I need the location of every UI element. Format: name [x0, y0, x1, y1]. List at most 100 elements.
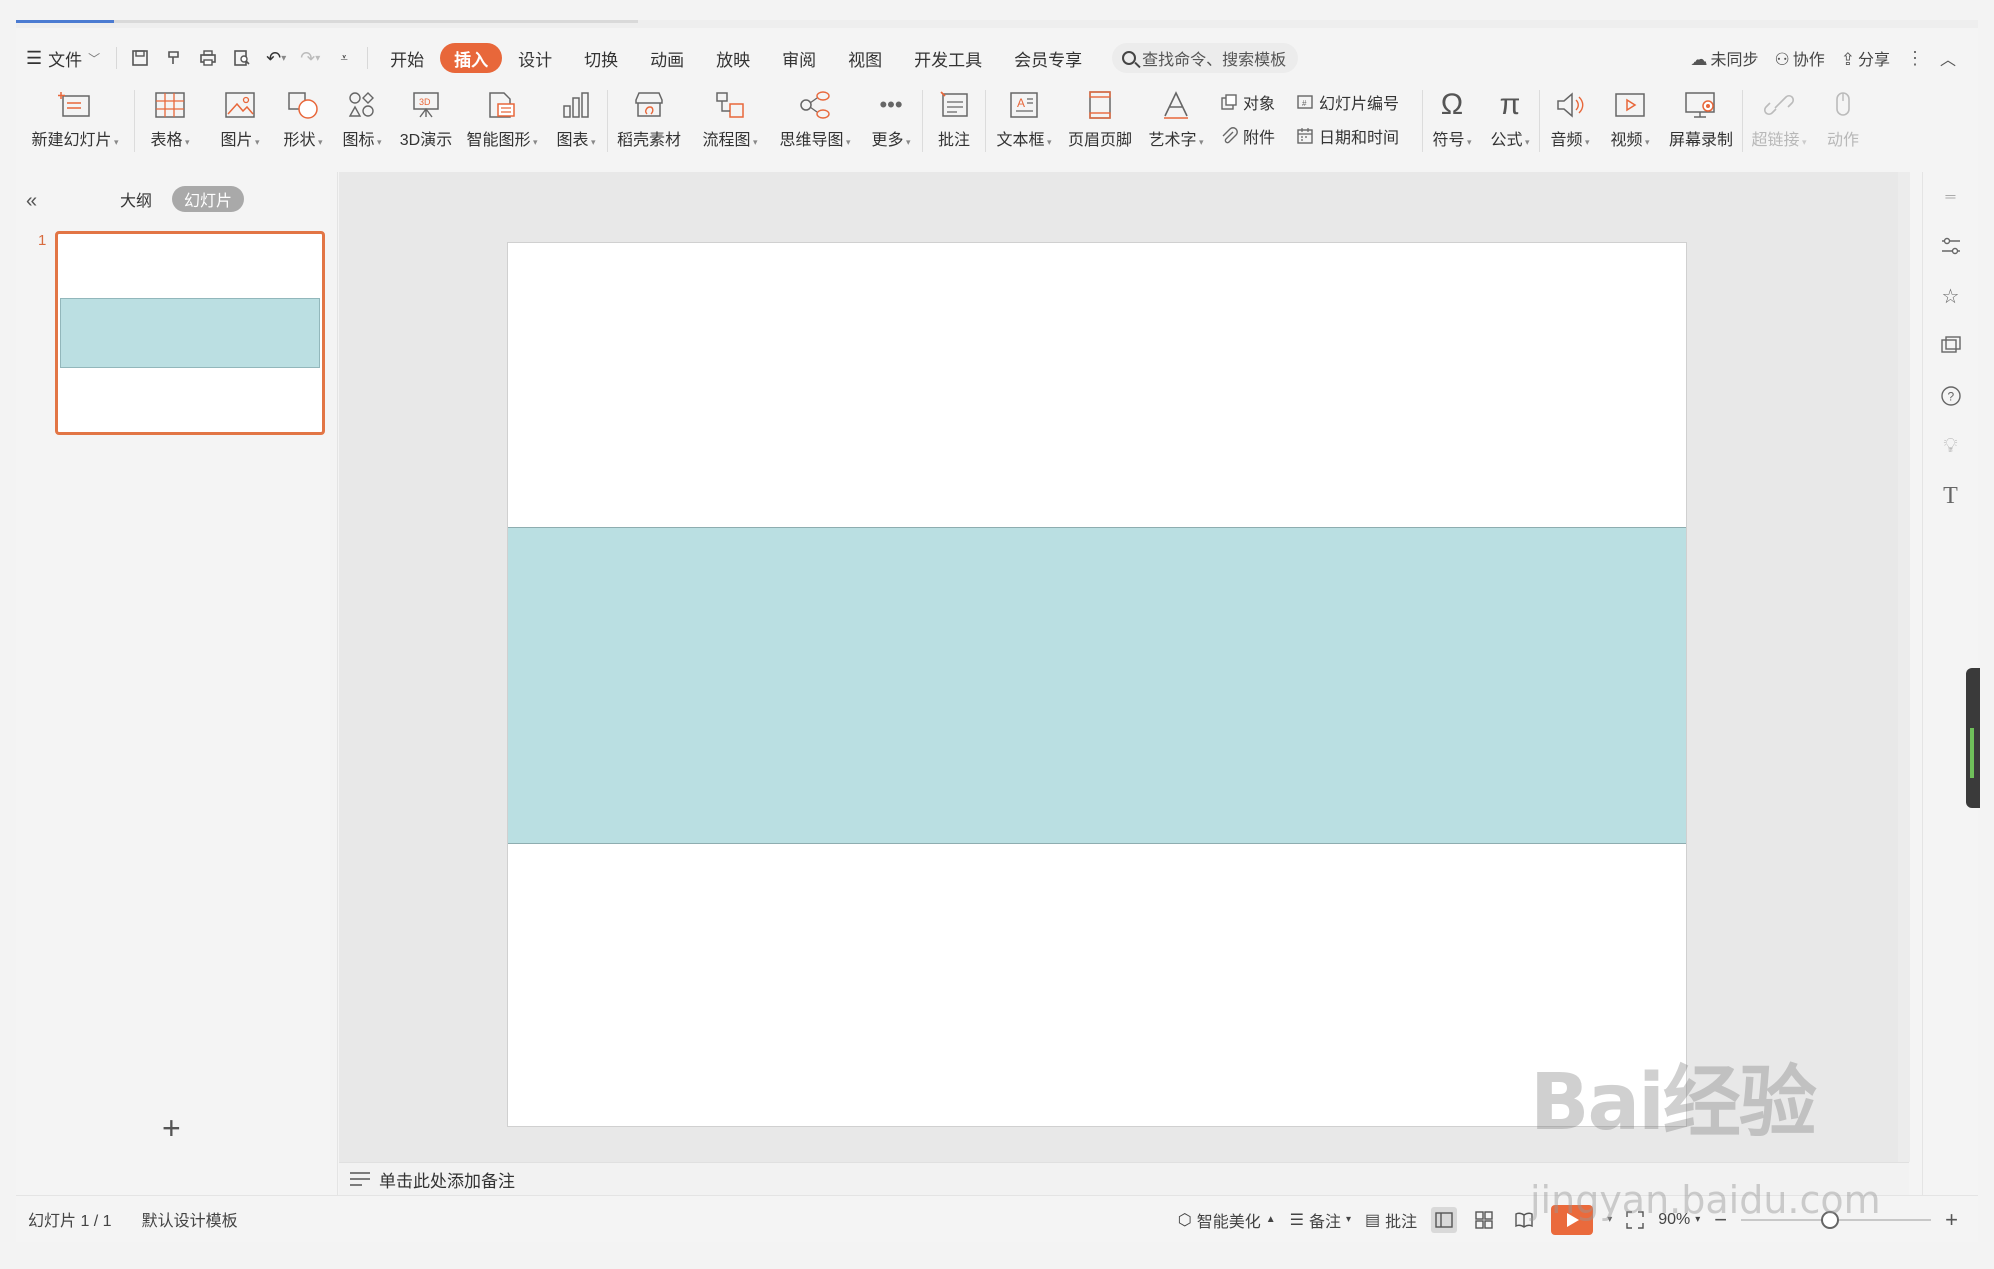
slide-panel: « 大纲 幻灯片 1 + [16, 172, 338, 1195]
save-icon[interactable] [123, 43, 157, 73]
text-icon[interactable]: T [1937, 482, 1965, 510]
symbol-label: 符号 [1432, 132, 1465, 149]
drag-handle-icon[interactable]: ═ [1937, 182, 1965, 210]
formula-label: 公式 [1490, 132, 1523, 149]
file-menu[interactable]: ☰ 文件 ﹀ [16, 43, 110, 73]
new-slide-button[interactable]: 新建幻灯片 ▾ [16, 84, 134, 150]
3d-demo-button[interactable]: 3D 3D演示 [393, 84, 459, 150]
chevron-down-icon: ﹀ [88, 51, 101, 66]
normal-view-icon[interactable] [1431, 1206, 1458, 1233]
textbox-label: 文本框 [996, 132, 1045, 149]
tab-transition[interactable]: 切换 [568, 43, 634, 73]
attachment-button[interactable]: 附件 [1220, 124, 1290, 148]
comment-button[interactable]: 批注 [923, 84, 985, 150]
print-preview-icon[interactable] [225, 43, 259, 73]
flowchart-button[interactable]: 流程图 ▾ [690, 84, 770, 150]
tab-outline[interactable]: 大纲 [108, 186, 164, 212]
more-vertical-icon[interactable]: ⋮ [1906, 48, 1924, 69]
3d-demo-label: 3D演示 [399, 132, 453, 149]
object-button[interactable]: 对象 [1220, 90, 1290, 114]
more-dots-icon: ••• [879, 92, 903, 117]
format-painter-icon[interactable] [157, 43, 191, 73]
tab-member[interactable]: 会员专享 [998, 43, 1098, 73]
tab-insert[interactable]: 插入 [440, 43, 503, 73]
collapse-panel-icon[interactable]: « [26, 190, 37, 213]
link-icon [1760, 86, 1798, 124]
notes-lines-icon: ☰ [1289, 1211, 1304, 1229]
mindmap-label: 思维导图 [779, 132, 844, 149]
tab-slideshow[interactable]: 放映 [700, 43, 766, 73]
sync-button[interactable]: ☁ 未同步 [1690, 46, 1758, 70]
search-icon [1122, 51, 1137, 65]
picture-icon [221, 86, 259, 124]
print-icon[interactable] [191, 43, 225, 73]
smartart-label: 智能图形 [466, 132, 531, 149]
share-button[interactable]: ⇪ 分享 [1841, 46, 1890, 70]
customize-toolbar-icon[interactable]: ⩡ [327, 43, 361, 73]
wordart-button[interactable]: 艺术字 ▾ [1138, 84, 1214, 150]
slide-thumbnail[interactable] [55, 231, 325, 435]
search-input[interactable]: 查找命令、搜索模板 [1112, 43, 1299, 73]
screen-record-button[interactable]: 屏幕录制 [1660, 84, 1742, 150]
redo-icon[interactable]: ↷ ▾ [293, 43, 327, 73]
chart-button[interactable]: 图表 ▾ [545, 84, 607, 150]
rectangle-shape[interactable] [508, 527, 1686, 844]
datetime-button[interactable]: 日期和时间 [1296, 124, 1414, 148]
table-button[interactable]: 表格 ▾ [135, 84, 205, 150]
formula-button[interactable]: π 公式 ▾ [1481, 84, 1539, 150]
audio-button[interactable]: 音频 ▾ [1540, 84, 1600, 150]
template-name[interactable]: 默认设计模板 [142, 1207, 238, 1231]
bar-chart-icon [557, 86, 595, 124]
vertical-scrollbar[interactable] [1898, 172, 1910, 1162]
speaker-icon [1551, 86, 1589, 124]
tab-review[interactable]: 审阅 [766, 43, 832, 73]
object-icon [1221, 94, 1237, 110]
add-slide-button[interactable]: + [162, 1110, 181, 1147]
tab-slides[interactable]: 幻灯片 [172, 186, 245, 212]
symbol-button[interactable]: Ω 符号 ▾ [1423, 84, 1481, 150]
video-icon [1611, 86, 1649, 124]
tab-home[interactable]: 开始 [374, 43, 440, 73]
notes-toggle-button[interactable]: ☰ 备注 ▾ [1290, 1208, 1351, 1232]
slide-thumbnail-number: 1 [38, 232, 47, 249]
header-footer-button[interactable]: 页眉页脚 [1062, 84, 1138, 150]
comments-toggle-button[interactable]: ▤ 批注 [1365, 1208, 1417, 1232]
tab-developer[interactable]: 开发工具 [898, 43, 998, 73]
beautify-button[interactable]: ⬡ 智能美化 ▲ [1178, 1208, 1276, 1232]
3d-board-icon: 3D [407, 86, 445, 124]
editing-canvas [339, 172, 1909, 1162]
store-icon [630, 86, 668, 124]
hamburger-icon: ☰ [26, 47, 43, 68]
video-button[interactable]: 视频 ▾ [1600, 84, 1660, 150]
comment-label: 批注 [937, 132, 970, 149]
material-button[interactable]: 稻壳素材 [608, 84, 690, 150]
sorter-view-icon[interactable] [1471, 1207, 1497, 1233]
shape-button[interactable]: 形状 ▾ [275, 84, 331, 150]
textbox-button[interactable]: A 文本框 ▾ [986, 84, 1062, 150]
star-icon[interactable]: ☆ [1937, 282, 1965, 310]
tab-view[interactable]: 视图 [832, 43, 898, 73]
zoom-in-button[interactable]: + [1945, 1207, 1958, 1233]
collab-button[interactable]: ⚇ 协作 [1774, 46, 1824, 70]
undo-icon[interactable]: ↶ ▾ [259, 43, 293, 73]
flowchart-icon [711, 86, 749, 124]
lightbulb-icon[interactable]: 💡︎ [1937, 432, 1965, 460]
properties-icon[interactable] [1937, 232, 1965, 260]
smartart-button[interactable]: 智能图形 ▾ [459, 84, 545, 150]
video-label: 视频 [1610, 132, 1643, 149]
help-icon[interactable]: ? [1937, 382, 1965, 410]
slide-number-button[interactable]: # 幻灯片编号 [1296, 90, 1414, 114]
hyperlink-button[interactable]: 超链接 ▾ [1743, 84, 1815, 150]
action-button[interactable]: 动作 [1815, 84, 1871, 150]
slide[interactable] [507, 242, 1687, 1127]
more-button[interactable]: ••• 更多 ▾ [860, 84, 922, 150]
tab-animation[interactable]: 动画 [634, 43, 700, 73]
slide-switch-icon[interactable] [1937, 332, 1965, 360]
icon-library-button[interactable]: 图标 ▾ [331, 84, 393, 150]
picture-button[interactable]: 图片 ▾ [205, 84, 275, 150]
comments-toggle-label: 批注 [1385, 1213, 1418, 1231]
side-gadget[interactable] [1966, 668, 1980, 808]
mindmap-button[interactable]: 思维导图 ▾ [770, 84, 860, 150]
collapse-ribbon-icon[interactable]: ︿ [1940, 46, 1956, 70]
tab-design[interactable]: 设计 [502, 43, 568, 73]
